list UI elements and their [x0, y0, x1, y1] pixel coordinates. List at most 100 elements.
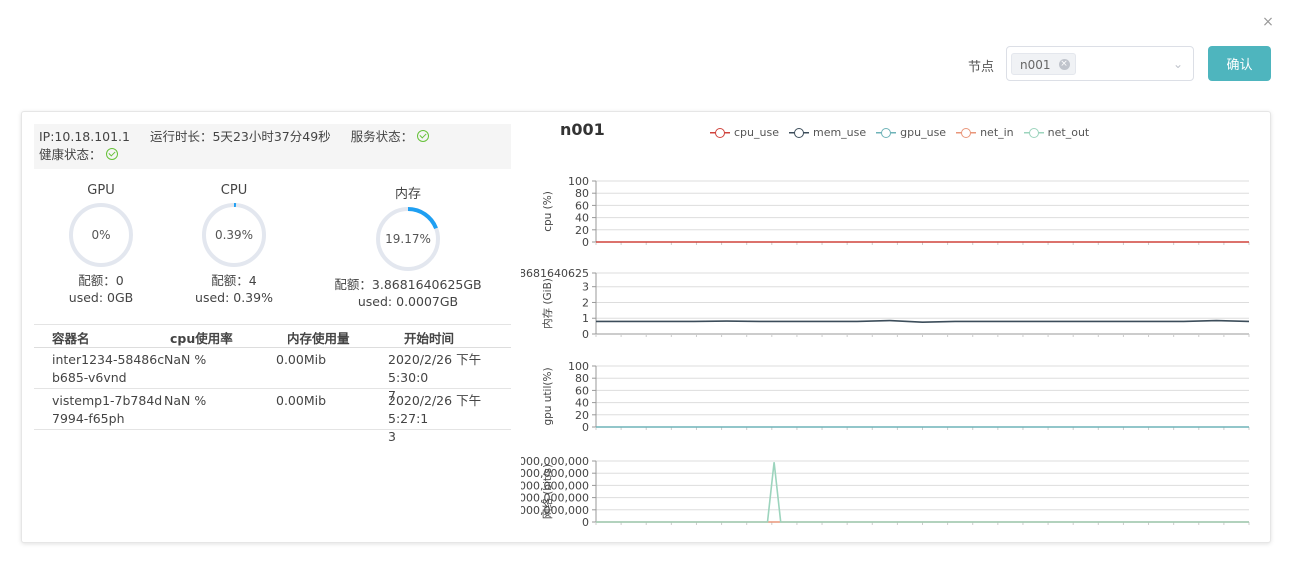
- col-mem-header: 内存使用量: [287, 331, 350, 346]
- y-tick-label: 2: [582, 296, 589, 309]
- gauge-memory: 内存 19.17% 配额：3.8681640625GB used: 0.0007…: [328, 183, 488, 310]
- legend-item-net_in[interactable]: net_in: [956, 126, 1014, 139]
- node-panel: IP:10.18.101.1 运行时长：5天23小时37分49秒 服务状态： 健康状…: [21, 111, 1271, 543]
- y-tick-label: 0: [582, 516, 589, 529]
- chart-panel-2: 100806040200 gpu util(%): [542, 360, 1250, 434]
- col-cpu-header: cpu使用率: [170, 331, 233, 346]
- legend-label: gpu_use: [900, 126, 947, 139]
- legend-item-mem_use[interactable]: mem_use: [788, 126, 867, 139]
- legend-item-gpu_use[interactable]: gpu_use: [876, 126, 946, 139]
- legend-marker-icon: [710, 127, 730, 138]
- series-line-net_out: [596, 462, 1249, 523]
- legend-label: mem_use: [812, 126, 867, 139]
- y-axis-label: cpu (%): [542, 191, 554, 232]
- table-row[interactable]: inter1234-58486c b685-v6vnd NaN % 0.00Mib…: [34, 348, 511, 403]
- gauge-alloc: 配额：4: [211, 273, 257, 288]
- y-tick-label: 0: [582, 236, 589, 249]
- mem-usage: 0.00Mib: [276, 393, 327, 408]
- legend-marker-icon: [788, 127, 809, 138]
- chart-title: n001: [560, 120, 605, 139]
- container-name: vistemp1-7b784d 7994-f65ph: [52, 393, 163, 426]
- gauge-alloc: 配额：0: [78, 273, 124, 288]
- y-tick-label: ,000,000,000: [521, 455, 589, 468]
- y-tick-label: 100: [568, 360, 589, 373]
- container-table: 容器名 cpu使用率 内存使用量 开始时间 inter1234-58486c b6…: [34, 324, 511, 444]
- metrics-charts: 100806040200cpu (%).86816406253210内存 (Gi…: [521, 175, 1250, 529]
- y-tick-label: 0: [582, 421, 589, 434]
- gauge-used: used: 0GB: [68, 290, 134, 305]
- gauge-percent: 0.39%: [214, 228, 254, 242]
- chart-panel-3: ,000,000,000,000,000,000,000,000,000,000…: [521, 455, 1250, 529]
- gauge-gpu: GPU 0% 配额：0 used: 0GB: [56, 183, 146, 306]
- legend-label: net_in: [980, 126, 1014, 139]
- y-axis-label: 内存 (GiB): [541, 278, 554, 329]
- table-header: 容器名 cpu使用率 内存使用量 开始时间: [34, 324, 511, 348]
- y-tick-label: ,000,000,000: [521, 467, 589, 480]
- gauge-percent: 19.17%: [385, 232, 431, 246]
- gauge-used: used: 0.39%: [195, 290, 273, 305]
- y-tick-label: 60: [575, 384, 589, 397]
- chart-legend: cpu_use mem_use gpu_use net_in net_out: [710, 126, 1089, 139]
- node-tag: n001 ×: [1011, 53, 1076, 75]
- col-time-header: 开始时间: [404, 331, 455, 346]
- gauge-title: 内存: [394, 187, 421, 202]
- close-icon[interactable]: ×: [1258, 12, 1278, 32]
- y-tick-label: 80: [575, 372, 589, 385]
- series-line-mem_use: [596, 319, 1250, 324]
- service-ok-icon: [417, 130, 430, 142]
- legend-label: net_out: [1047, 126, 1090, 139]
- y-tick-label: ,000,000,000: [521, 504, 589, 517]
- gauge-ring: 0.39%: [201, 202, 267, 268]
- y-tick-label: 1: [582, 312, 589, 325]
- cpu-usage: NaN %: [164, 393, 207, 408]
- gauge-alloc: 配额：3.8681640625GB: [334, 277, 482, 292]
- cpu-usage: NaN %: [164, 352, 207, 367]
- legend-marker-icon: [1023, 127, 1044, 138]
- health-status-text: 健康状态：: [39, 147, 102, 162]
- gauge-used: used: 0.0007GB: [357, 294, 459, 309]
- node-info: IP:10.18.101.1 运行时长：5天23小时37分49秒 服务状态： 健康状…: [34, 124, 511, 169]
- table-row[interactable]: vistemp1-7b784d 7994-f65ph NaN % 0.00Mib …: [34, 389, 511, 444]
- container-name: inter1234-58486c b685-v6vnd: [52, 352, 165, 385]
- uptime-text: 运行时长：5天23小时37分49秒: [149, 129, 331, 144]
- col-name-header: 容器名: [52, 331, 90, 346]
- chevron-down-icon[interactable]: ⌄: [1173, 57, 1183, 71]
- tag-close-icon[interactable]: ×: [1058, 59, 1070, 70]
- y-tick-label: 80: [575, 187, 589, 200]
- chart-panel-0: 100806040200 cpu (%): [542, 175, 1250, 249]
- node-select[interactable]: n001 × ⌄: [1006, 46, 1194, 81]
- y-axis-label: gpu util(%): [542, 367, 554, 425]
- node-label: 节点: [968, 60, 995, 75]
- y-tick-label: 40: [575, 212, 589, 225]
- y-tick-label: ,000,000,000: [521, 492, 589, 505]
- service-status-text: 服务状态：: [350, 129, 414, 144]
- y-tick-label: 100: [568, 175, 589, 188]
- mem-usage: 0.00Mib: [276, 352, 327, 367]
- y-tick-label: 60: [575, 199, 589, 212]
- y-tick-label: 20: [575, 409, 589, 422]
- gauge-title: GPU: [87, 183, 115, 198]
- legend-marker-icon: [956, 127, 977, 138]
- legend-marker-icon: [876, 127, 897, 138]
- legend-label: cpu_use: [734, 126, 779, 139]
- health-ok-icon: [105, 148, 118, 160]
- ip-text: IP:10.18.101.1: [39, 129, 130, 144]
- y-tick-label: 0: [582, 328, 589, 341]
- y-tick-label: 3: [582, 281, 589, 294]
- y-axis-label: 网络 (bit/s): [541, 464, 554, 519]
- legend-item-cpu_use[interactable]: cpu_use: [710, 126, 779, 139]
- legend-item-net_out[interactable]: net_out: [1023, 126, 1090, 139]
- y-tick-label: 20: [575, 224, 589, 237]
- gauge-ring: 0%: [68, 202, 134, 268]
- gauge-percent: 0%: [91, 228, 111, 242]
- y-tick-label: .8681640625: [521, 267, 589, 280]
- confirm-button[interactable]: 确认: [1208, 46, 1271, 81]
- node-tag-label: n001: [1020, 58, 1051, 72]
- y-tick-label: 40: [575, 397, 589, 410]
- chart-panel-1: .86816406253 2 1 0 内存 (GiB): [521, 267, 1250, 341]
- gauge-title: CPU: [220, 183, 248, 198]
- start-time: 2020/2/26 下午5:27:1 3: [388, 393, 482, 444]
- y-tick-label: ,000,000,000: [521, 479, 589, 492]
- gauge-ring: 19.17%: [375, 206, 441, 272]
- gauge-cpu: CPU 0.39% 配额：4 used: 0.39%: [189, 183, 279, 306]
